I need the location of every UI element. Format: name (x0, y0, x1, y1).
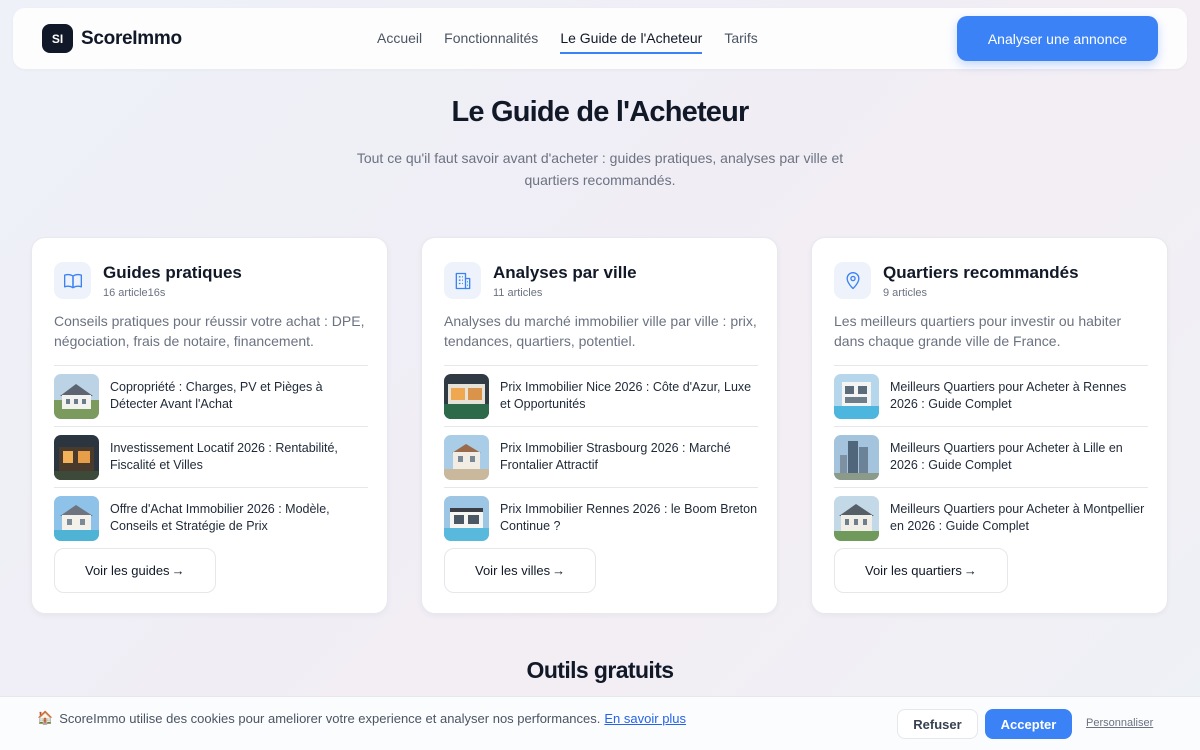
arrow-right-icon: → (963, 563, 977, 578)
card-description: Analyses du marché immobilier ville par … (444, 313, 757, 349)
article-thumbnail (54, 373, 99, 419)
see-cities-button[interactable]: Voir les villes → (444, 548, 597, 593)
button-label: Voir les quartiers (865, 563, 962, 578)
article-count: 9 articles (883, 286, 928, 299)
card-analyses-ville: Analyses par ville 11 articles Analyses … (421, 237, 778, 614)
see-guides-button[interactable]: Voir les guides → (54, 548, 216, 593)
article-title: Prix Immobilier Nice 2026 : Côte d'Azur,… (500, 380, 752, 411)
cookie-message: ScoreImmo utilise des cookies pour ameli… (59, 710, 601, 726)
article-count: 16 article16s (103, 286, 166, 299)
card-quartiers-recommandes: Quartiers recommandés 9 articles Les mei… (811, 237, 1168, 614)
article-item[interactable]: Prix Immobilier Rennes 2026 : le Boom Br… (444, 487, 758, 548)
card-description: Les meilleurs quartiers pour investir ou… (834, 313, 1122, 349)
button-label: Voir les villes (475, 563, 551, 578)
article-item[interactable]: Prix Immobilier Nice 2026 : Côte d'Azur,… (444, 365, 758, 426)
logo[interactable]: SI ScoreImmo (42, 24, 182, 53)
article-title: Offre d'Achat Immobilier 2026 : Modèle, … (110, 502, 330, 533)
book-icon (54, 262, 91, 299)
nav-guide-acheteur[interactable]: Le Guide de l'Acheteur (560, 30, 703, 54)
article-thumbnail (444, 373, 489, 419)
article-item[interactable]: Offre d'Achat Immobilier 2026 : Modèle, … (54, 487, 368, 548)
customize-cookies-link[interactable]: Personnaliser (1086, 717, 1153, 729)
site-header: SI ScoreImmo Accueil Fonctionnalités Le … (13, 8, 1187, 69)
analyze-listing-button[interactable]: Analyser une annonce (957, 16, 1158, 61)
learn-more-link[interactable]: En savoir plus (604, 711, 686, 726)
card-title: Analyses par ville (493, 262, 637, 282)
article-title: Meilleurs Quartiers pour Acheter à Lille… (890, 441, 1123, 472)
refuse-cookies-button[interactable]: Refuser (897, 709, 978, 739)
building-icon (444, 262, 481, 299)
page-subtitle: Tout ce qu'il faut savoir avant d'achete… (356, 150, 844, 188)
article-item[interactable]: Prix Immobilier Strasbourg 2026 : Marché… (444, 426, 758, 487)
article-thumbnail (834, 434, 879, 480)
article-title: Prix Immobilier Strasbourg 2026 : Marché… (500, 441, 731, 472)
article-thumbnail (54, 495, 99, 541)
brand-name: ScoreImmo (81, 27, 182, 49)
accept-cookies-button[interactable]: Accepter (985, 709, 1072, 739)
article-title: Prix Immobilier Rennes 2026 : le Boom Br… (500, 502, 758, 533)
article-list: Meilleurs Quartiers pour Acheter à Renne… (834, 365, 1148, 548)
article-list: Copropriété : Charges, PV et Pièges à Dé… (54, 365, 368, 548)
article-thumbnail (834, 495, 879, 541)
see-neighborhoods-button[interactable]: Voir les quartiers → (834, 548, 1008, 593)
article-item[interactable]: Investissement Locatif 2026 : Rentabilit… (54, 426, 368, 487)
article-title: Meilleurs Quartiers pour Acheter à Renne… (890, 380, 1127, 411)
button-label: Voir les guides (85, 563, 170, 578)
tools-section-title: Outils gratuits (526, 657, 675, 683)
article-thumbnail (444, 434, 489, 480)
nav-accueil[interactable]: Accueil (377, 30, 422, 54)
cookie-banner: 🏠 ScoreImmo utilise des cookies pour ame… (0, 696, 1200, 750)
arrow-right-icon: → (552, 563, 566, 578)
map-pin-icon (834, 262, 871, 299)
logo-mark: SI (42, 24, 73, 53)
article-list: Prix Immobilier Nice 2026 : Côte d'Azur,… (444, 365, 758, 548)
article-thumbnail (444, 495, 489, 541)
article-thumbnail (834, 373, 879, 419)
main-nav: Accueil Fonctionnalités Le Guide de l'Ac… (377, 30, 758, 54)
article-title: Meilleurs Quartiers pour Acheter à Montp… (890, 502, 1145, 533)
article-item[interactable]: Meilleurs Quartiers pour Acheter à Montp… (834, 487, 1148, 548)
card-title: Quartiers recommandés (883, 262, 1079, 282)
card-title: Guides pratiques (103, 262, 242, 282)
article-item[interactable]: Meilleurs Quartiers pour Acheter à Renne… (834, 365, 1148, 426)
article-item[interactable]: Meilleurs Quartiers pour Acheter à Lille… (834, 426, 1148, 487)
nav-fonctionnalites[interactable]: Fonctionnalités (444, 30, 538, 54)
card-guides-pratiques: Guides pratiques 16 article16s Conseils … (31, 237, 388, 614)
page-title: Le Guide de l'Acheteur (451, 96, 749, 128)
arrow-right-icon: → (171, 563, 185, 578)
article-item[interactable]: Copropriété : Charges, PV et Pièges à Dé… (54, 365, 368, 426)
article-title: Copropriété : Charges, PV et Pièges à Dé… (110, 380, 323, 411)
nav-tarifs[interactable]: Tarifs (724, 30, 757, 54)
card-description: Conseils pratiques pour réussir votre ac… (54, 313, 365, 349)
article-count: 11 articles (493, 286, 543, 299)
article-thumbnail (54, 434, 99, 480)
house-icon: 🏠 (37, 710, 54, 725)
article-title: Investissement Locatif 2026 : Rentabilit… (110, 441, 338, 472)
